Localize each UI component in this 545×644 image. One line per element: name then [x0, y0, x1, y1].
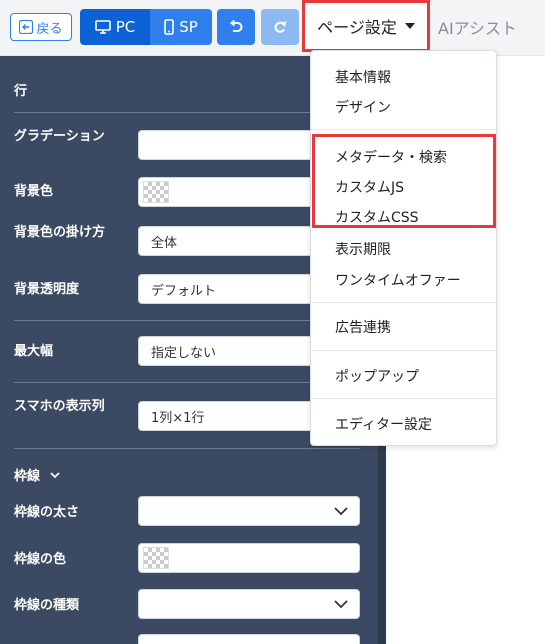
page-settings-dropdown[interactable]: ページ設定	[302, 0, 430, 52]
pc-view-label: PC	[115, 18, 136, 36]
bg-opacity-label: 背景透明度	[14, 282, 80, 297]
chevron-down-icon	[334, 600, 348, 609]
undo-button[interactable]	[217, 9, 255, 45]
chevron-down-icon	[334, 507, 348, 516]
border-type-label: 枠線の種類	[14, 598, 80, 613]
back-button[interactable]: 戻る	[10, 13, 72, 41]
border-color-label: 枠線の色	[14, 552, 67, 567]
divider	[14, 448, 360, 449]
max-width-label: 最大幅	[14, 344, 54, 359]
caret-down-icon	[404, 23, 415, 29]
menu-divider	[311, 129, 496, 130]
arrow-left-icon	[19, 20, 34, 34]
menu-item-ad-integration[interactable]: 広告連携	[335, 317, 391, 337]
undo-icon	[229, 19, 243, 32]
redo-button[interactable]	[261, 9, 299, 45]
redo-icon	[274, 21, 287, 33]
menu-item-editor-settings[interactable]: エディター設定	[335, 414, 432, 434]
max-width-select[interactable]: 指定しない	[138, 336, 318, 366]
menu-item-design[interactable]: デザイン	[335, 97, 391, 117]
menu-item-display-period[interactable]: 表示期限	[335, 239, 391, 259]
sp-display-select[interactable]: 1列×1行	[138, 401, 318, 431]
menu-item-basic-info[interactable]: 基本情報	[335, 67, 391, 87]
menu-item-one-time-offer[interactable]: ワンタイムオファー	[335, 270, 461, 290]
border-section-toggle[interactable]: 枠線	[14, 465, 60, 484]
smartphone-icon	[164, 19, 175, 35]
transparent-swatch-icon	[143, 547, 169, 569]
border-section-title: 枠線	[14, 469, 41, 484]
toolbar: 戻る PC SP ページ設定 AIアシスト	[0, 0, 545, 56]
monitor-icon	[94, 20, 111, 34]
max-width-value: 指定しない	[151, 345, 217, 361]
gradient-label: グラデーション	[14, 129, 105, 144]
row-section-title: 行	[14, 84, 28, 99]
ai-assist-tab[interactable]: AIアシスト	[438, 15, 517, 39]
page-settings-menu: 基本情報 デザイン メタデータ・検索 カスタムJS カスタムCSS 表示期限 ワ…	[310, 50, 497, 446]
pc-view-button[interactable]: PC	[80, 9, 150, 45]
gradient-field[interactable]	[138, 130, 318, 160]
menu-divider	[311, 350, 496, 351]
menu-divider	[311, 398, 496, 399]
bg-color-picker[interactable]	[138, 177, 318, 207]
sp-display-label: スマホの表示列	[14, 399, 105, 414]
bg-apply-label: 背景色の掛け方	[14, 225, 106, 240]
menu-item-popup[interactable]: ポップアップ	[335, 366, 419, 386]
transparent-swatch-icon	[143, 181, 169, 203]
bg-opacity-value: デフォルト	[151, 283, 217, 299]
bg-apply-select[interactable]: 全体	[138, 226, 318, 256]
divider	[14, 382, 360, 383]
sp-view-label: SP	[179, 18, 198, 36]
bg-opacity-select[interactable]: デフォルト	[138, 274, 318, 304]
chevron-down-icon	[50, 471, 60, 478]
border-width-label: 枠線の太さ	[14, 505, 80, 520]
sp-display-value: 1列×1行	[151, 410, 205, 426]
menu-divider	[311, 302, 496, 303]
next-field[interactable]	[138, 634, 360, 644]
divider	[14, 320, 360, 321]
border-type-select[interactable]	[138, 589, 360, 619]
border-color-picker[interactable]	[138, 543, 360, 573]
highlight-box	[312, 134, 496, 228]
bg-color-label: 背景色	[14, 184, 54, 199]
divider	[14, 112, 360, 113]
border-width-select[interactable]	[138, 496, 360, 526]
bg-apply-value: 全体	[151, 235, 178, 251]
sp-view-button[interactable]: SP	[150, 9, 212, 45]
page-settings-label: ページ設定	[317, 18, 397, 37]
back-button-label: 戻る	[36, 21, 63, 37]
